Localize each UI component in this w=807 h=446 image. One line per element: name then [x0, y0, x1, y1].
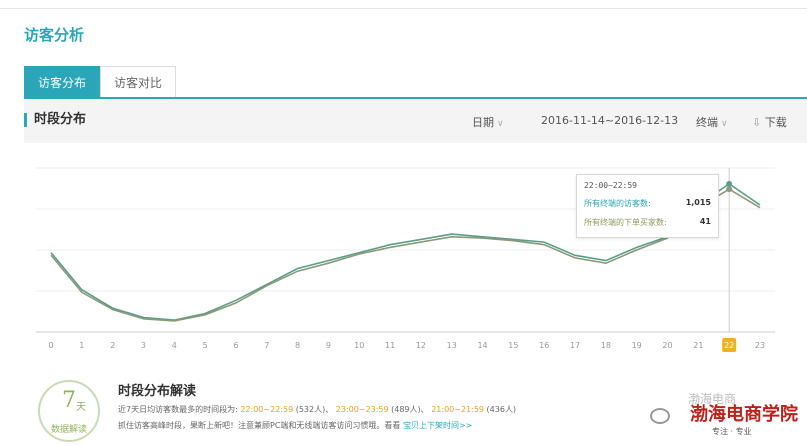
days-badge: 7 天 数据解读	[38, 380, 100, 442]
x-tick-label: 6	[233, 341, 238, 350]
x-tick-label: 5	[203, 341, 208, 350]
terminal-dropdown[interactable]: 终端 ∨	[696, 114, 728, 130]
tooltip-visitors-value: 1,015	[685, 198, 711, 207]
x-tick-label: 12	[416, 341, 426, 350]
top-divider	[0, 8, 807, 9]
x-tick-label: 15	[508, 341, 518, 350]
summary-slot-2: 23:00~23:59	[335, 405, 389, 414]
summary-slot-3: 21:00~21:59	[431, 405, 484, 414]
x-tick-label: 20	[662, 341, 672, 350]
x-tick-label: 11	[385, 341, 395, 350]
page-title: 访客分析	[24, 26, 85, 44]
summary-slot-2-count: (489人)、	[391, 405, 429, 414]
x-tick-label: 14	[477, 341, 487, 350]
x-tick-label: 7	[264, 341, 269, 350]
tooltip-row-visitors: 所有终端的访客数: 1,015	[584, 198, 711, 209]
x-tick-label: 21	[693, 341, 703, 350]
badge-unit: 天	[76, 402, 86, 413]
section-title: 时段分布	[24, 113, 86, 127]
summary-slot-1: 22:00~22:59	[240, 405, 294, 414]
section-bar: 时段分布 日期 ∨ 2016-11-14~2016-12-13 终端 ∨ ⇩ 下载	[24, 99, 807, 143]
download-label: 下载	[764, 116, 787, 129]
watermark-logo: 渤海电商 渤海电商学院 专注 · 专业	[640, 392, 800, 442]
x-tick-label: 22	[724, 341, 734, 350]
wechat-icon	[650, 408, 670, 424]
tab-visitor-distribution[interactable]: 访客分布	[24, 66, 101, 98]
chevron-down-icon: ∨	[497, 119, 504, 129]
tooltip-row-buyers: 所有终端的下单买家数: 41	[584, 217, 711, 228]
x-tick-label: 2	[110, 341, 115, 350]
x-tick-label: 8	[295, 341, 300, 350]
download-button[interactable]: ⇩ 下载	[752, 114, 787, 130]
badge-number: 7	[62, 388, 76, 413]
watermark-text: 渤海电商学院	[690, 404, 798, 425]
x-tick-label: 1	[79, 341, 84, 350]
x-tick-label: 13	[447, 341, 457, 350]
chevron-down-icon: ∨	[721, 119, 728, 129]
download-icon: ⇩	[752, 116, 762, 129]
summary-prefix: 近7天日均访客数最多的时间段为:	[118, 405, 238, 414]
tooltip-time: 22:00~22:59	[584, 181, 637, 190]
x-tick-label: 16	[539, 341, 549, 350]
tab-bar: 访客分布 访客对比	[24, 66, 177, 98]
chart-tooltip: 22:00~22:59 所有终端的访客数: 1,015 所有终端的下单买家数: …	[576, 174, 719, 238]
watermark-sub: 专注 · 专业	[712, 427, 752, 436]
summary-title: 时段分布解读	[118, 384, 197, 399]
x-tick-label: 4	[172, 341, 177, 350]
summary-slot-1-count: (532人)、	[295, 405, 334, 414]
summary-line-1: 近7天日均访客数最多的时间段为: 22:00~22:59 (532人)、 23:…	[118, 404, 516, 415]
date-dropdown-label: 日期	[472, 116, 494, 129]
x-tick-label: 18	[601, 341, 611, 350]
terminal-dropdown-label: 终端	[696, 116, 718, 129]
listing-time-link[interactable]: 宝贝上下架时间>>	[403, 421, 472, 430]
x-tick-label: 23	[755, 341, 765, 350]
tooltip-visitors-label: 所有终端的访客数:	[584, 199, 651, 208]
summary-line-2: 抓住访客高峰时段，果断上新吧！注意兼顾PC端和无线端访客访问习惯哦。看看 宝贝上…	[118, 420, 472, 431]
series-point-1	[726, 180, 733, 187]
date-dropdown[interactable]: 日期 ∨	[472, 114, 504, 130]
x-tick-label: 19	[632, 341, 642, 350]
x-tick-label: 9	[326, 341, 331, 350]
x-tick-label: 3	[141, 341, 146, 350]
series-point-2	[726, 186, 733, 193]
summary-tip: 抓住访客高峰时段，果断上新吧！注意兼顾PC端和无线端访客访问习惯哦。看看	[118, 421, 401, 430]
tooltip-buyers-label: 所有终端的下单买家数:	[584, 218, 667, 227]
tab-visitor-compare[interactable]: 访客对比	[100, 66, 177, 98]
x-tick-label: 0	[48, 341, 53, 350]
x-tick-label: 10	[354, 341, 364, 350]
x-tick-label: 17	[570, 341, 580, 350]
summary-slot-3-count: (436人)	[486, 405, 517, 414]
badge-sub: 数据解读	[50, 425, 87, 435]
tooltip-buyers-value: 41	[699, 217, 711, 226]
date-range[interactable]: 2016-11-14~2016-12-13	[541, 114, 678, 127]
